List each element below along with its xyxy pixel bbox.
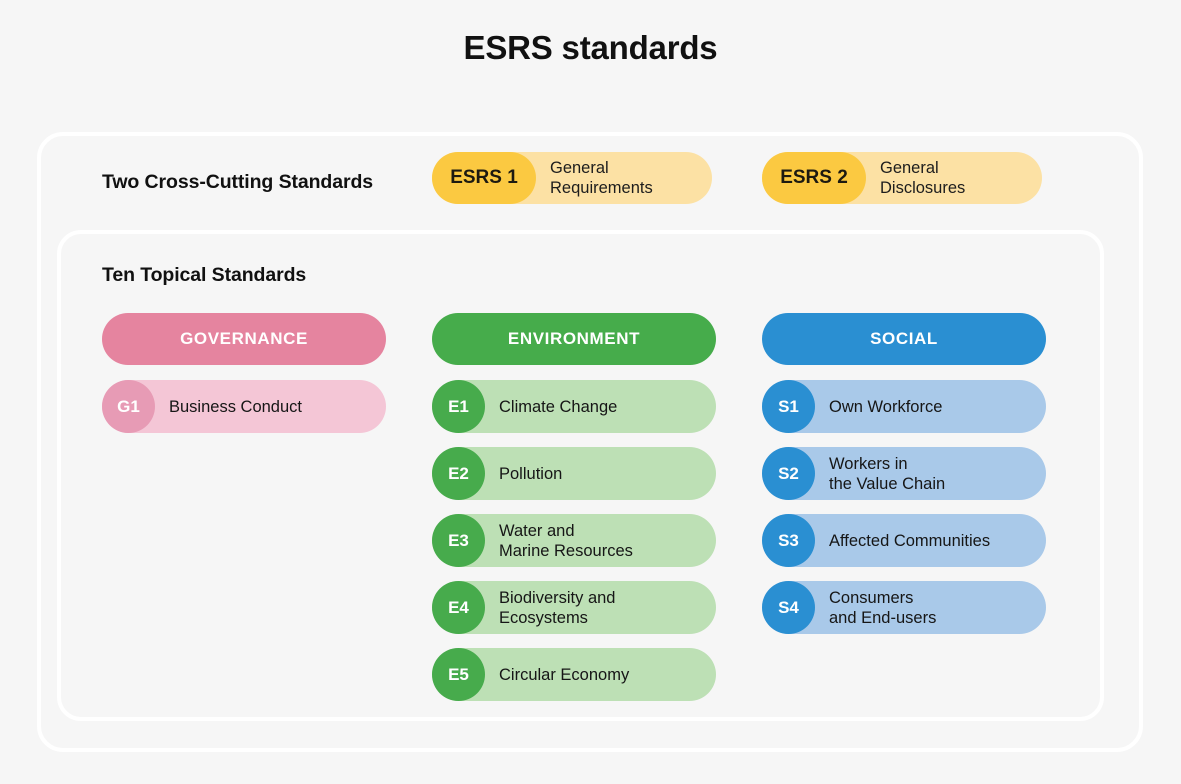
topic-badge-e4: E4 xyxy=(432,581,485,634)
esrs-standards-diagram: ESRS standards Two Cross-Cutting Standar… xyxy=(0,0,1181,784)
topic-row-s2[interactable]: S2 Workers in the Value Chain xyxy=(762,447,1046,500)
column-header-social: SOCIAL xyxy=(762,313,1046,365)
esrs-2-label: General Disclosures xyxy=(880,159,966,197)
esrs-2-code-badge: ESRS 2 xyxy=(762,152,866,204)
esrs-1-label: General Requirements xyxy=(550,159,653,197)
topic-label-e2: Pollution xyxy=(499,464,563,483)
topic-row-e5[interactable]: E5 Circular Economy xyxy=(432,648,716,701)
topic-label-g1: Business Conduct xyxy=(169,397,302,416)
topic-badge-s3: S3 xyxy=(762,514,815,567)
column-header-environment: ENVIRONMENT xyxy=(432,313,716,365)
column-social: SOCIAL S1 Own Workforce S2 Workers in th… xyxy=(762,313,1046,648)
cross-cutting-standard-esrs-1[interactable]: ESRS 1 General Requirements xyxy=(432,152,712,204)
column-environment: ENVIRONMENT E1 Climate Change E2 Polluti… xyxy=(432,313,716,715)
topic-badge-s4: S4 xyxy=(762,581,815,634)
column-governance-rows: G1 Business Conduct xyxy=(102,380,386,433)
topic-label-e5: Circular Economy xyxy=(499,665,630,684)
column-social-rows: S1 Own Workforce S2 Workers in the Value… xyxy=(762,380,1046,634)
esrs-1-code-badge: ESRS 1 xyxy=(432,152,536,204)
topic-row-e3[interactable]: E3 Water and Marine Resources xyxy=(432,514,716,567)
topic-row-g1[interactable]: G1 Business Conduct xyxy=(102,380,386,433)
column-governance: GOVERNANCE G1 Business Conduct xyxy=(102,313,386,447)
topic-row-e1[interactable]: E1 Climate Change xyxy=(432,380,716,433)
topic-badge-s1: S1 xyxy=(762,380,815,433)
topic-badge-e2: E2 xyxy=(432,447,485,500)
topical-section-label: Ten Topical Standards xyxy=(102,264,307,286)
topic-label-s2: Workers in the Value Chain xyxy=(829,454,946,493)
topic-label-s4: Consumers and End-users xyxy=(829,588,937,627)
topic-row-e2[interactable]: E2 Pollution xyxy=(432,447,716,500)
topic-badge-s2: S2 xyxy=(762,447,815,500)
topic-row-e4[interactable]: E4 Biodiversity and Ecosystems xyxy=(432,581,716,634)
topic-badge-e1: E1 xyxy=(432,380,485,433)
topic-badge-g1: G1 xyxy=(102,380,155,433)
topic-label-e4: Biodiversity and Ecosystems xyxy=(499,588,616,627)
topic-row-s4[interactable]: S4 Consumers and End-users xyxy=(762,581,1046,634)
column-environment-rows: E1 Climate Change E2 Pollution E3 Water … xyxy=(432,380,716,701)
topic-row-s3[interactable]: S3 Affected Communities xyxy=(762,514,1046,567)
cross-cutting-section-label: Two Cross-Cutting Standards xyxy=(102,171,374,193)
column-header-governance: GOVERNANCE xyxy=(102,313,386,365)
topic-badge-e3: E3 xyxy=(432,514,485,567)
page-title: ESRS standards xyxy=(463,29,718,66)
topic-label-e1: Climate Change xyxy=(499,397,618,416)
topic-label-e3: Water and Marine Resources xyxy=(499,521,633,560)
topic-row-s1[interactable]: S1 Own Workforce xyxy=(762,380,1046,433)
topic-badge-e5: E5 xyxy=(432,648,485,701)
topic-label-s1: Own Workforce xyxy=(829,397,943,416)
cross-cutting-standard-esrs-2[interactable]: ESRS 2 General Disclosures xyxy=(762,152,1042,204)
topic-label-s3: Affected Communities xyxy=(829,531,991,550)
